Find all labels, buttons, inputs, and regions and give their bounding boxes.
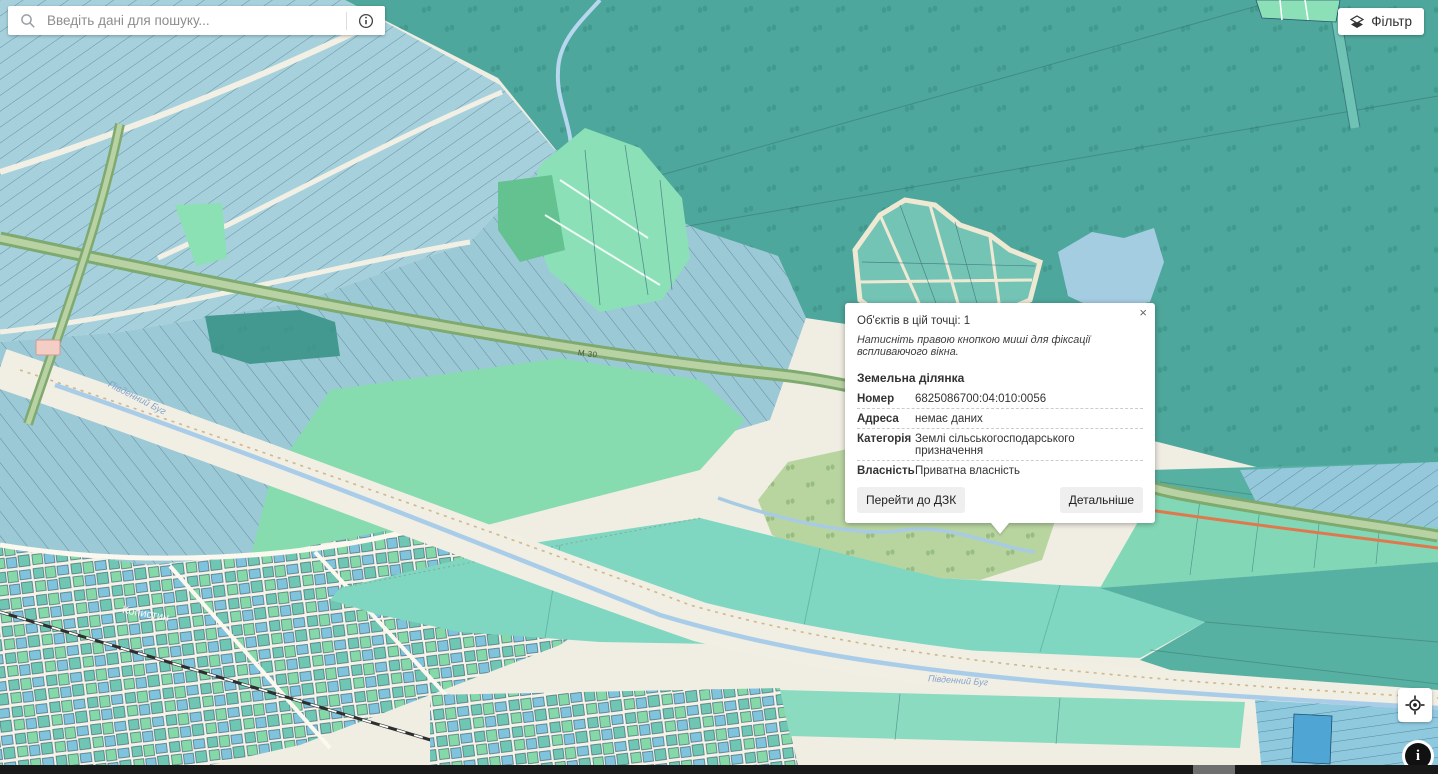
filter-button-label: Фільтр (1371, 14, 1412, 29)
map-canvas[interactable]: М 30 Копистин Південний Буг Південний Бу… (0, 0, 1438, 774)
layers-icon (1350, 15, 1364, 29)
parcel-popup: × Об'єктів в цій точці: 1 Натисніть прав… (845, 303, 1155, 523)
popup-row-category: Категорія Землі сільськогосподарського п… (857, 429, 1143, 461)
popup-row-number-value: 6825086700:04:010:0056 (915, 393, 1143, 405)
popup-hint: Натисніть правою кнопкою миші для фіксац… (857, 334, 1143, 358)
popup-row-ownership: Власність Приватна власність (857, 461, 1143, 480)
crosshair-icon (1405, 695, 1425, 715)
goto-dzk-button[interactable]: Перейти до ДЗК (857, 487, 965, 513)
popup-row-category-value: Землі сільськогосподарського призначення (915, 433, 1143, 457)
popup-row-address: Адреса немає даних (857, 409, 1143, 429)
popup-arrow (991, 523, 1009, 534)
popup-row-address-value: немає даних (915, 413, 1143, 425)
popup-objects-count: Об'єктів в цій точці: 1 (857, 315, 1143, 327)
popup-section-title: Земельна ділянка (857, 371, 1143, 385)
search-bar[interactable] (8, 6, 385, 35)
popup-row-ownership-value: Приватна власність (915, 465, 1143, 477)
search-icon (20, 13, 36, 29)
bottom-bar-thumb[interactable] (1193, 765, 1235, 774)
popup-row-category-label: Категорія (857, 433, 915, 445)
popup-row-number-label: Номер (857, 393, 915, 405)
dark-grove (205, 310, 340, 364)
search-info-button[interactable] (347, 6, 385, 35)
popup-row-ownership-label: Власність (857, 465, 915, 477)
search-input[interactable] (36, 13, 346, 28)
bottom-bar (0, 765, 1438, 774)
geolocate-button[interactable] (1398, 688, 1432, 722)
info-icon (358, 13, 374, 29)
popup-actions: Перейти до ДЗК Детальніше (857, 487, 1143, 513)
popup-row-number: Номер 6825086700:04:010:0056 (857, 389, 1143, 409)
popup-row-address-label: Адреса (857, 413, 915, 425)
details-button[interactable]: Детальніше (1060, 487, 1143, 513)
popup-close-button[interactable]: × (1139, 306, 1147, 319)
filter-button[interactable]: Фільтр (1338, 8, 1424, 35)
